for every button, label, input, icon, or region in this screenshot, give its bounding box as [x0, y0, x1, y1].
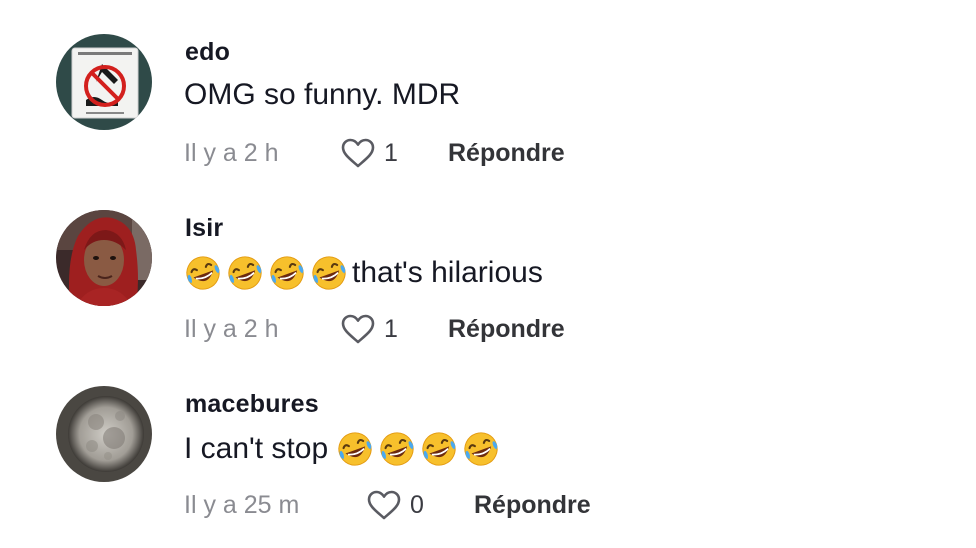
avatar[interactable] — [56, 386, 152, 482]
username[interactable]: macebures — [185, 390, 319, 419]
heart-icon — [341, 314, 375, 344]
emoji-group — [184, 254, 348, 292]
comment-item: Isir that's hilarious Il y a 2 h 1 Répon… — [0, 176, 976, 352]
no-diving-sign-icon — [56, 34, 152, 130]
comment-meta: Il y a 25 m 0 Répondre — [184, 488, 591, 522]
comment-text-body: I can't stop — [184, 432, 329, 465]
timestamp: Il y a 2 h — [184, 138, 279, 167]
rolling-on-floor-laughing-icon — [228, 256, 262, 290]
comment-item: macebures I can't stop Il y a 25 m 0 Rép… — [0, 352, 976, 528]
rolling-on-floor-laughing-icon — [270, 256, 304, 290]
comment-text-body: that's hilarious — [352, 256, 543, 289]
comment-meta: Il y a 2 h 1 Répondre — [184, 136, 565, 170]
rolling-on-floor-laughing-icon — [380, 432, 414, 466]
comment-text-body: OMG so funny. MDR — [184, 78, 461, 111]
reply-button[interactable]: Répondre — [448, 315, 565, 344]
heart-icon — [341, 138, 375, 168]
person-photo-icon — [56, 210, 152, 306]
rolling-on-floor-laughing-icon — [186, 256, 220, 290]
like-button[interactable]: 1 — [340, 313, 448, 345]
comment-text: that's hilarious — [184, 254, 543, 292]
comment-text: I can't stop — [184, 430, 500, 468]
emoji-group — [336, 430, 500, 468]
like-button[interactable]: 0 — [366, 489, 474, 521]
username[interactable]: edo — [185, 38, 230, 67]
avatar[interactable] — [56, 210, 152, 306]
comment-meta: Il y a 2 h 1 Répondre — [184, 312, 565, 346]
like-count: 1 — [384, 138, 398, 167]
timestamp: Il y a 2 h — [184, 314, 279, 343]
comment-item: edo OMG so funny. MDR Il y a 2 h 1 Répon… — [0, 0, 976, 176]
comment-text: OMG so funny. MDR — [184, 78, 460, 112]
rolling-on-floor-laughing-icon — [338, 432, 372, 466]
rolling-on-floor-laughing-icon — [312, 256, 346, 290]
moon-photo-icon — [56, 386, 152, 482]
username[interactable]: Isir — [185, 214, 223, 243]
like-count: 1 — [384, 314, 398, 343]
avatar[interactable] — [56, 34, 152, 130]
reply-button[interactable]: Répondre — [448, 139, 565, 168]
like-button[interactable]: 1 — [340, 137, 448, 169]
heart-icon — [367, 490, 401, 520]
rolling-on-floor-laughing-icon — [464, 432, 498, 466]
rolling-on-floor-laughing-icon — [422, 432, 456, 466]
reply-button[interactable]: Répondre — [474, 491, 591, 520]
timestamp: Il y a 25 m — [184, 490, 300, 519]
like-count: 0 — [410, 490, 424, 519]
